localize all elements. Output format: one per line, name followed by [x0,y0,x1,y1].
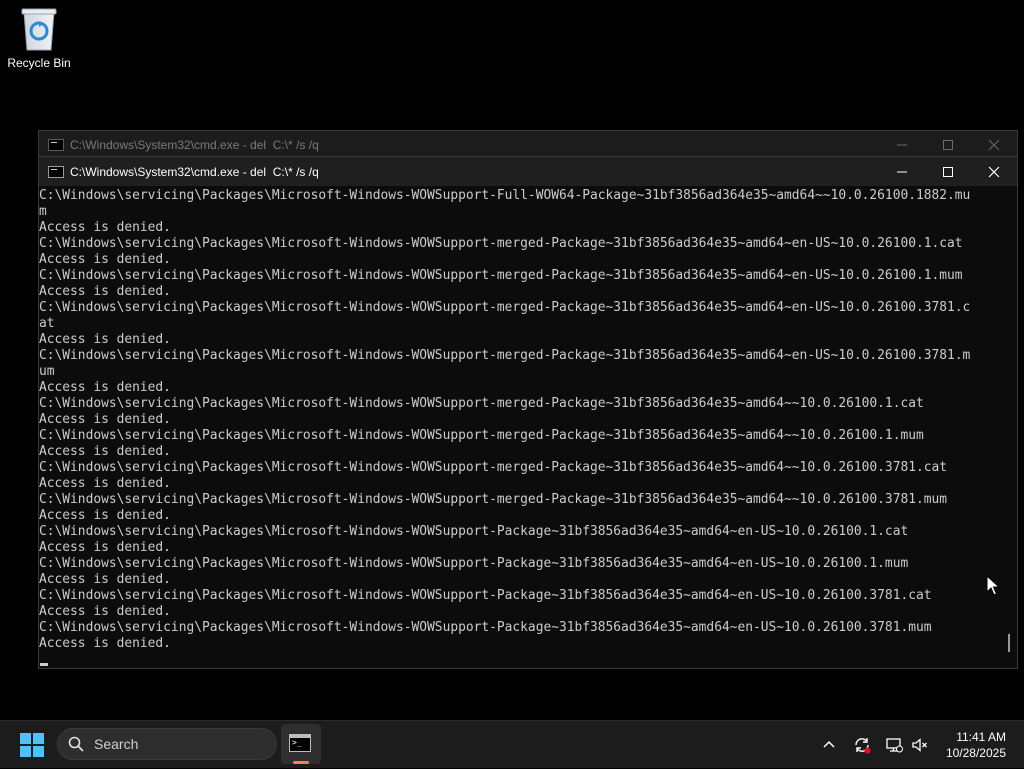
console-line: C:\Windows\servicing\Packages\Microsoft-… [39,396,924,411]
console-line: C:\Windows\servicing\Packages\Microsoft-… [39,588,932,603]
console-line: C:\Windows\servicing\Packages\Microsoft-… [39,428,924,443]
clock-date: 10/28/2025 [945,746,1006,760]
console-line: Access is denied. [39,332,171,347]
console-line: Access is denied. [39,284,171,299]
window-title: C:\Windows\System32\cmd.exe - del C:\* /… [70,138,319,152]
mouse-pointer-icon [986,575,1000,596]
minimize-icon [897,171,907,172]
console-line: Access is denied. [39,252,171,267]
console-output[interactable]: C:\Windows\servicing\Packages\Microsoft-… [39,187,1001,668]
maximize-button[interactable] [925,131,971,159]
console-line: Access is denied. [39,572,171,587]
close-icon [988,166,1000,177]
taskbar-app-command-prompt[interactable] [281,724,321,764]
cmd-icon [48,165,64,178]
close-button[interactable] [971,131,1017,159]
maximize-button[interactable] [925,157,971,186]
title-bar[interactable]: C:\Windows\System32\cmd.exe - del C:\* /… [39,157,1017,186]
close-button[interactable] [971,157,1017,186]
maximize-icon [943,140,953,150]
console-line: Access is denied. [39,636,171,651]
network-monitor-icon [886,738,903,753]
volume-tray-button[interactable] [908,721,932,769]
close-icon [988,139,1000,151]
console-line: Access is denied. [39,540,171,555]
network-tray-button[interactable] [882,721,906,769]
console-line: at [39,316,55,331]
recycle-bin-icon [19,6,59,52]
title-bar[interactable]: C:\Windows\System32\cmd.exe - del C:\* /… [39,131,1017,159]
minimize-button[interactable] [879,157,925,186]
recycle-bin-desktop-icon[interactable]: Recycle Bin [4,6,74,70]
console-line: C:\Windows\servicing\Packages\Microsoft-… [39,460,948,475]
speaker-muted-icon [912,738,927,752]
console-line: m [39,204,47,219]
start-button[interactable] [20,733,44,757]
command-prompt-icon [289,734,311,752]
recycle-bin-label: Recycle Bin [7,56,71,70]
console-line: C:\Windows\servicing\Packages\Microsoft-… [39,348,971,363]
console-line: Access is denied. [39,412,171,427]
chevron-up-icon [823,740,835,748]
maximize-icon [943,166,953,177]
update-sync-tray-button[interactable] [850,721,874,769]
scrollbar-thumb[interactable] [1008,634,1010,652]
cmd-icon [48,139,64,151]
taskbar-clock[interactable]: 11:41 AM 10/28/2025 [946,729,1006,761]
console-line: um [39,364,55,379]
console-line: C:\Windows\servicing\Packages\Microsoft-… [39,556,909,571]
console-line: C:\Windows\servicing\Packages\Microsoft-… [39,620,932,635]
console-line: Access is denied. [39,380,171,395]
clock-time: 11:41 AM [956,730,1006,744]
search-placeholder: Search [94,736,139,752]
search-icon [68,736,84,752]
console-line: C:\Windows\servicing\Packages\Microsoft-… [39,300,971,315]
console-line: Access is denied. [39,508,171,523]
console-line: Access is denied. [39,444,171,459]
console-line: C:\Windows\servicing\Packages\Microsoft-… [39,524,909,539]
console-line: C:\Windows\servicing\Packages\Microsoft-… [39,236,963,251]
console-line: Access is denied. [39,476,171,491]
console-line: Access is denied. [39,220,171,235]
minimize-button[interactable] [879,131,925,159]
vertical-scrollbar[interactable] [1001,187,1017,668]
text-cursor [40,663,48,666]
console-line: C:\Windows\servicing\Packages\Microsoft-… [39,492,948,507]
taskbar: Search 11:41 AM 10/28/2025 [0,720,1024,768]
window-title: C:\Windows\System32\cmd.exe - del C:\* /… [70,164,319,179]
sync-icon [855,738,871,754]
windows-logo-icon [20,733,44,757]
taskbar-search-box[interactable]: Search [57,728,277,760]
active-app-indicator [293,761,309,764]
minimize-icon [897,144,907,146]
console-line: C:\Windows\servicing\Packages\Microsoft-… [39,188,971,203]
cmd-window[interactable]: C:\Windows\System32\cmd.exe - del C:\* /… [38,156,1018,669]
console-line: Access is denied. [39,604,171,619]
console-line: C:\Windows\servicing\Packages\Microsoft-… [39,268,963,283]
show-hidden-icons-button[interactable] [818,721,840,769]
